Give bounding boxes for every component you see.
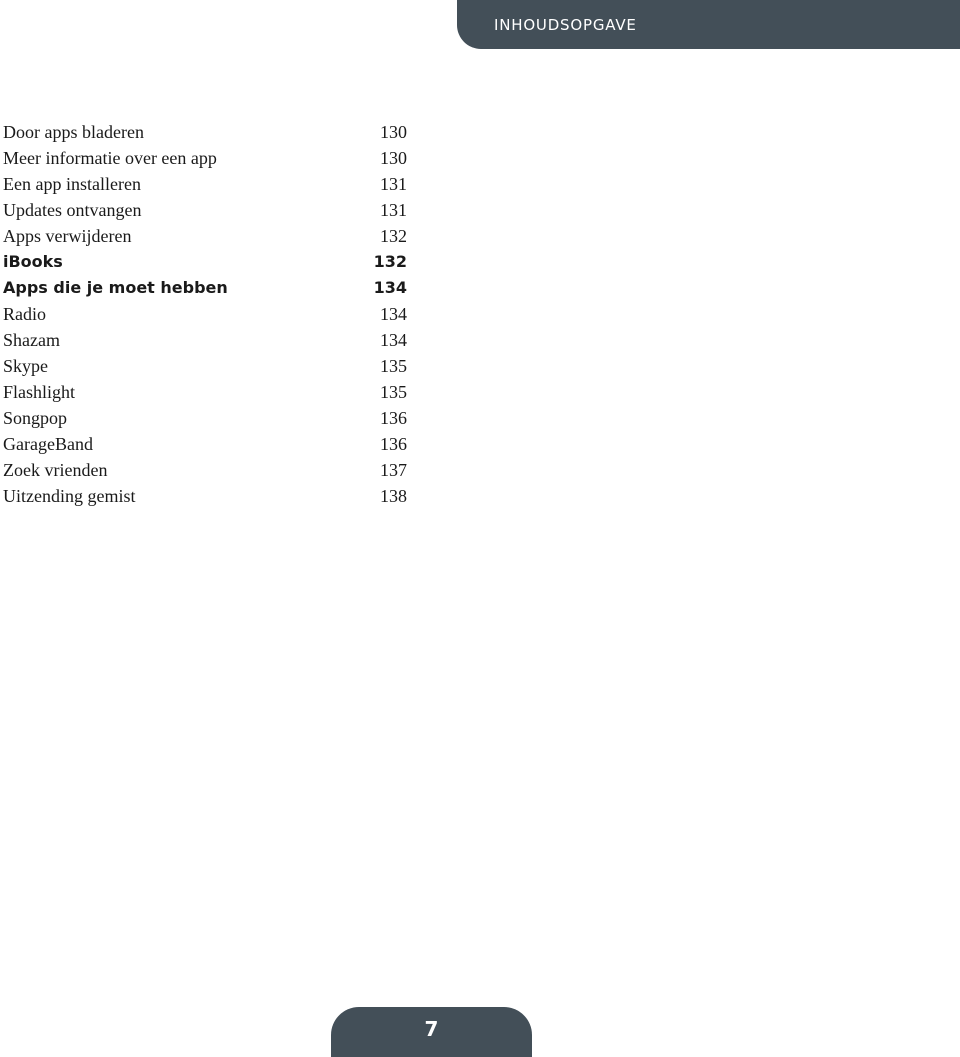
toc-entry-title: Meer informatie over een app [3,148,217,168]
toc-entry-title: Flashlight [3,382,76,402]
toc-entry-page: 131 [380,200,407,220]
toc-section-heading[interactable]: iBooks 132 [3,249,407,275]
toc-entry[interactable]: Shazam 134 [3,327,407,353]
toc-entry[interactable]: Radio 134 [3,301,407,327]
toc-entry-page: 135 [380,382,407,402]
toc-entry-title: Apps die je moet hebben [3,278,228,297]
toc-entry[interactable]: GarageBand 136 [3,431,407,457]
toc-entry[interactable]: Songpop 136 [3,405,407,431]
toc-entry-page: 138 [380,486,407,506]
toc-entry[interactable]: Zoek vrienden 137 [3,457,407,483]
toc-entry-title: Apps verwijderen [3,226,132,246]
toc-entry-page: 130 [380,148,407,168]
toc-entry-title: GarageBand [3,434,93,454]
toc-entry-page: 134 [380,330,407,350]
table-of-contents: Door apps bladeren 130 Meer informatie ove… [3,119,407,509]
toc-entry[interactable]: Een app installeren 131 [3,171,407,197]
toc-entry[interactable]: Door apps bladeren 130 [3,119,407,145]
toc-entry-page: 134 [373,278,407,297]
toc-entry-page: 137 [380,460,407,480]
toc-section-heading[interactable]: Apps die je moet hebben 134 [3,275,407,301]
toc-entry[interactable]: Apps verwijderen 132 [3,223,407,249]
toc-entry-page: 135 [380,356,407,376]
toc-entry-title: Een app installeren [3,174,141,194]
toc-entry-page: 132 [373,252,407,271]
toc-entry-title: Zoek vrienden [3,460,108,480]
toc-entry-page: 134 [380,304,407,324]
toc-entry-page: 132 [380,226,407,246]
toc-entry-title: Songpop [3,408,68,428]
toc-entry-title: Shazam [3,330,60,350]
toc-entry-title: iBooks [3,252,63,271]
page-number: 7 [424,1017,439,1041]
page-number-tab: 7 [331,1007,532,1057]
toc-entry[interactable]: Skype 135 [3,353,407,379]
toc-entry-page: 130 [380,122,407,142]
toc-entry[interactable]: Flashlight 135 [3,379,407,405]
toc-entry[interactable]: Uitzending gemist 138 [3,483,407,509]
section-title: INHOUDSOPGAVE [494,16,637,34]
toc-entry-title: Door apps bladeren [3,122,144,142]
toc-entry-title: Skype [3,356,48,376]
toc-entry[interactable]: Meer informatie over een app 130 [3,145,407,171]
toc-entry-page: 136 [380,434,407,454]
toc-entry-title: Radio [3,304,46,324]
toc-entry-page: 136 [380,408,407,428]
toc-entry-title: Updates ontvangen [3,200,142,220]
toc-entry-page: 131 [380,174,407,194]
toc-entry-title: Uitzending gemist [3,486,136,506]
toc-entry[interactable]: Updates ontvangen 131 [3,197,407,223]
